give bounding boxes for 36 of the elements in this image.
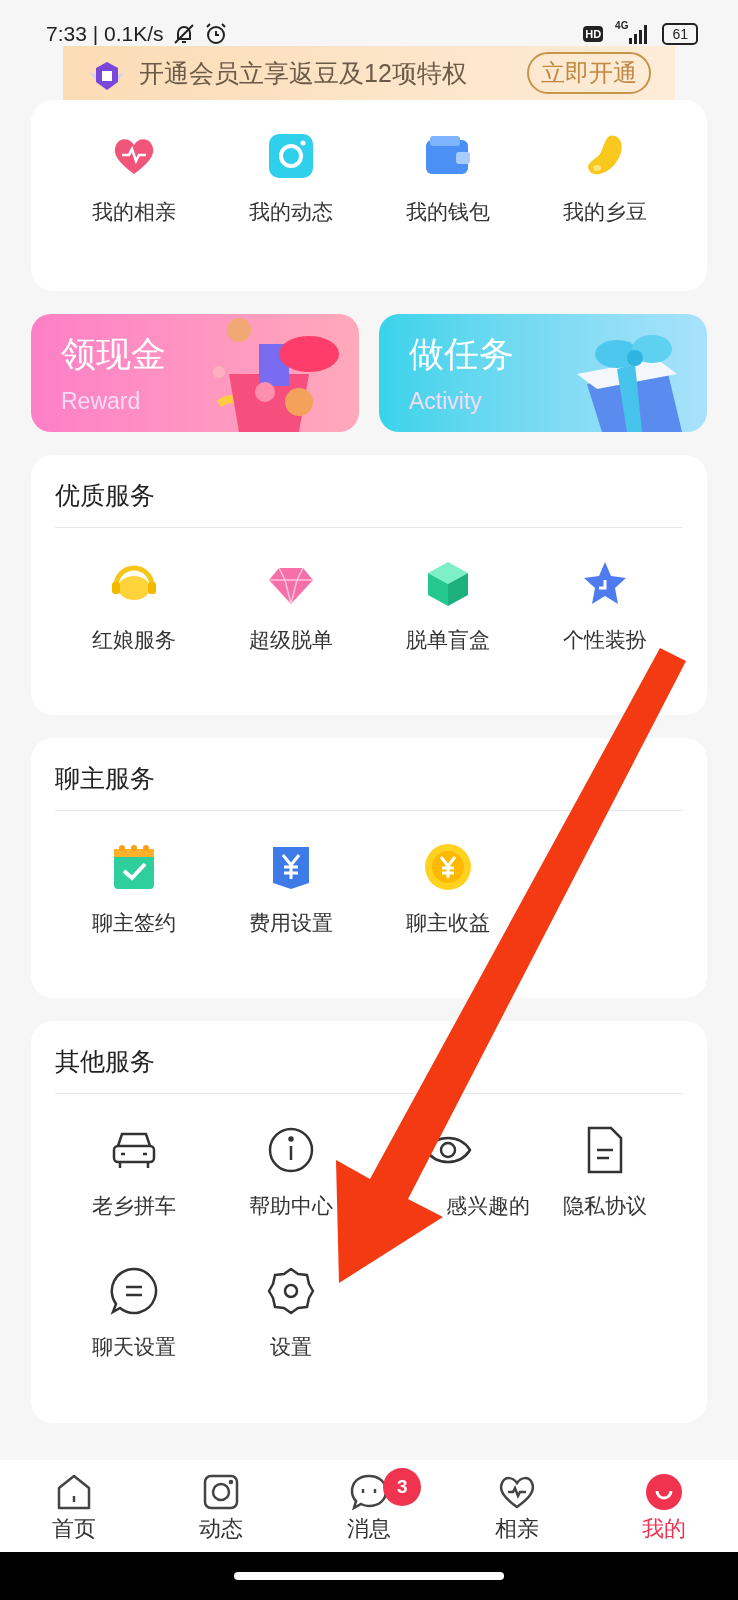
- service-label[interactable]: 超级脱单: [248, 623, 333, 655]
- service-label[interactable]: 我的相亲: [91, 196, 176, 228]
- hd-label: HD: [583, 25, 604, 42]
- service-label[interactable]: 脱单盲盒: [405, 623, 490, 655]
- vip-banner[interactable]: 开通会员立享返豆及12项特权 立即开通: [63, 46, 675, 100]
- service-label[interactable]: 红娘服务: [91, 623, 176, 655]
- network-label: 4G: [615, 19, 629, 33]
- status-time: 7:33 | 0.1K/s: [46, 21, 164, 47]
- nav-tab[interactable]: 动态: [147, 1472, 296, 1552]
- battery-indicator: 61: [662, 22, 698, 45]
- nav-tab[interactable]: 首页: [0, 1472, 148, 1552]
- service-label[interactable]: 聊主收益: [405, 906, 490, 938]
- unread-badge: 3: [383, 1468, 422, 1506]
- service-label[interactable]: 感兴趣的: [445, 1189, 530, 1221]
- service-label[interactable]: 设置: [269, 1331, 312, 1363]
- service-label[interactable]: 帮助中心: [248, 1189, 333, 1221]
- chat-icon: [107, 1265, 160, 1317]
- service-label[interactable]: 个性装扮: [562, 623, 647, 655]
- promo-subtitle: Activity: [409, 387, 483, 416]
- service-label[interactable]: 我的钱包: [405, 196, 490, 228]
- section-title: 优质服务: [55, 477, 683, 528]
- nav-tab[interactable]: 我的: [590, 1472, 738, 1552]
- service-label[interactable]: 我的乡豆: [562, 196, 647, 228]
- service-label[interactable]: 隐私协议: [562, 1189, 647, 1221]
- service-label[interactable]: 聊主签约: [91, 906, 176, 938]
- chat-icon: [349, 1472, 389, 1512]
- service-label[interactable]: 聊天设置: [91, 1331, 176, 1363]
- nav-tab[interactable]: 相亲: [442, 1472, 591, 1552]
- service-label[interactable]: 我的动态: [248, 196, 333, 228]
- banner-text: 开通会员立享返豆及12项特权: [139, 57, 467, 89]
- service-label[interactable]: 费用设置: [248, 906, 333, 938]
- promo-subtitle: Reward: [61, 387, 142, 416]
- promo-title: 做任务: [409, 332, 515, 375]
- promo-title: 领现金: [61, 332, 167, 375]
- service-label[interactable]: 老乡拼车: [91, 1189, 176, 1221]
- smile-icon: [644, 1472, 685, 1512]
